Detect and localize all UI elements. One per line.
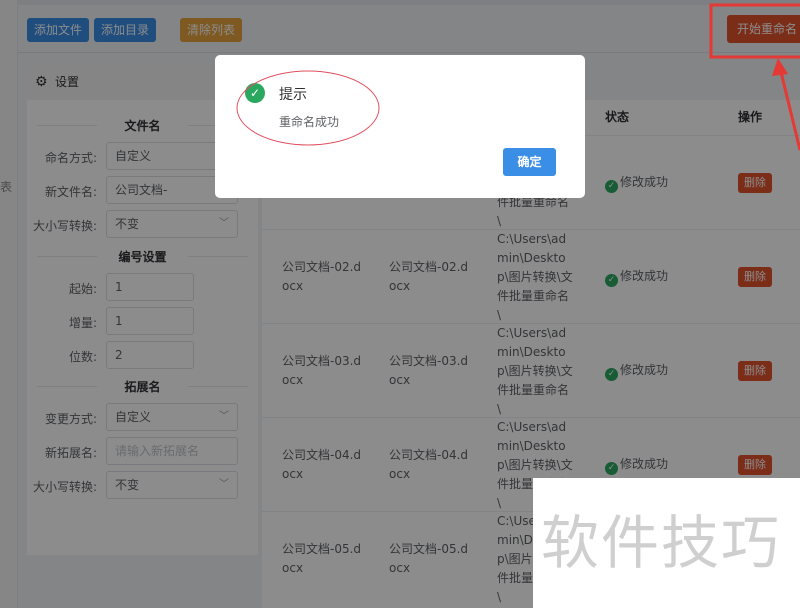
annotation-arrow <box>779 71 800 151</box>
annotation-box <box>709 3 800 59</box>
arrow-head-icon <box>772 58 788 76</box>
annotation-ellipse <box>236 70 380 146</box>
watermark: 软件技巧 <box>533 478 800 608</box>
